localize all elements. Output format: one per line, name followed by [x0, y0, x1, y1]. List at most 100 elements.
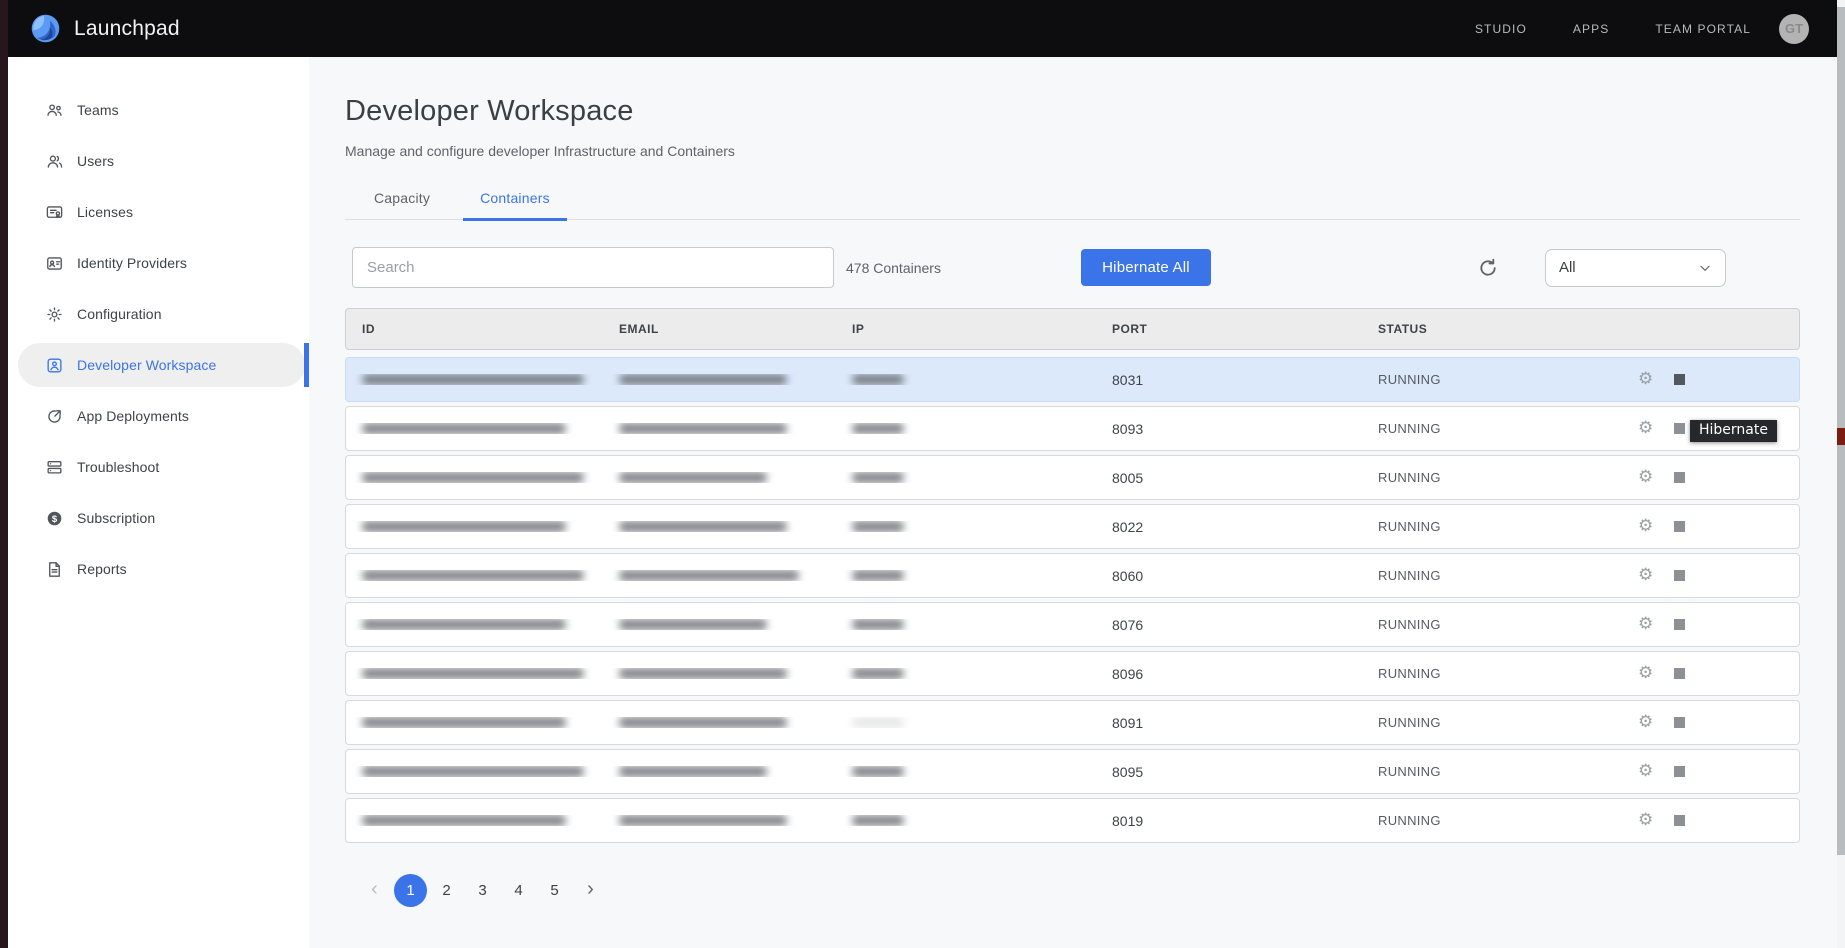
sidebar-item-developer-workspace[interactable]: Developer Workspace — [18, 343, 305, 387]
cell-port: 8019 — [1096, 813, 1362, 829]
refresh-icon[interactable] — [1477, 257, 1499, 279]
pagination-page-4[interactable]: 4 — [502, 874, 535, 907]
cell-ip-redacted — [836, 619, 1096, 630]
tab-containers[interactable]: Containers — [463, 190, 567, 219]
row-actions: ⚙ — [1632, 518, 1799, 535]
sidebar-item-app-deployments[interactable]: App Deployments — [8, 394, 309, 438]
row-actions: ⚙ — [1632, 469, 1799, 486]
sidebar-item-users[interactable]: Users — [8, 139, 309, 183]
sidebar-item-reports[interactable]: Reports — [8, 547, 309, 591]
sidebar-item-configuration[interactable]: Configuration — [8, 292, 309, 336]
stop-icon[interactable] — [1674, 668, 1685, 679]
pagination-prev[interactable]: ‹ — [358, 874, 391, 907]
filter-dropdown[interactable]: All — [1545, 249, 1726, 287]
cell-port: 8096 — [1096, 666, 1362, 682]
pagination-next[interactable]: › — [574, 874, 607, 907]
status-badge: RUNNING — [1362, 568, 1632, 583]
stop-icon[interactable] — [1674, 423, 1685, 434]
cell-email-redacted — [603, 570, 836, 581]
sidebar-item-licenses[interactable]: Licenses — [8, 190, 309, 234]
filter-dropdown-value: All — [1559, 259, 1576, 276]
table-body: 8031RUNNING⚙8093RUNNING⚙8005RUNNING⚙8022… — [345, 357, 1800, 843]
scrollbar-track[interactable] — [1837, 0, 1845, 948]
table-row[interactable]: 8076RUNNING⚙ — [345, 602, 1800, 647]
avatar[interactable]: GT — [1779, 14, 1809, 44]
cell-ip-redacted — [836, 570, 1096, 581]
table-row[interactable]: 8095RUNNING⚙ — [345, 749, 1800, 794]
search-input[interactable] — [352, 247, 834, 288]
table-row[interactable]: 8031RUNNING⚙ — [345, 357, 1800, 402]
cell-id-redacted — [346, 668, 603, 679]
sidebar-item-label: Users — [77, 153, 114, 169]
table-row[interactable]: 8005RUNNING⚙ — [345, 455, 1800, 500]
cell-email-redacted — [603, 619, 836, 630]
launchpad-logo-icon — [30, 13, 61, 44]
cell-ip-redacted — [836, 668, 1096, 679]
cell-email-redacted — [603, 717, 836, 728]
toolbar: 478 Containers Hibernate All All — [345, 247, 1800, 288]
gear-icon[interactable]: ⚙ — [1638, 420, 1653, 437]
table-row[interactable]: 8093RUNNING⚙ — [345, 406, 1800, 451]
sidebar-item-subscription[interactable]: $ Subscription — [8, 496, 309, 540]
stop-icon[interactable] — [1674, 570, 1685, 581]
table-row[interactable]: 8022RUNNING⚙ — [345, 504, 1800, 549]
gear-icon[interactable]: ⚙ — [1638, 812, 1653, 829]
stop-icon[interactable] — [1674, 619, 1685, 630]
topnav-studio[interactable]: STUDIO — [1475, 22, 1527, 36]
container-count: 478 Containers — [846, 260, 941, 276]
reports-icon — [45, 560, 64, 579]
column-header-status: STATUS — [1362, 322, 1632, 336]
row-actions: ⚙ — [1632, 763, 1799, 780]
hibernate-all-button[interactable]: Hibernate All — [1081, 249, 1211, 286]
pagination-page-5[interactable]: 5 — [538, 874, 571, 907]
tab-capacity[interactable]: Capacity — [357, 190, 447, 219]
cell-email-redacted — [603, 815, 836, 826]
table-row[interactable]: 8060RUNNING⚙ — [345, 553, 1800, 598]
pagination-page-3[interactable]: 3 — [466, 874, 499, 907]
identity-providers-icon — [45, 254, 64, 273]
gear-icon[interactable]: ⚙ — [1638, 371, 1653, 388]
pagination-page-1[interactable]: 1 — [394, 874, 427, 907]
cell-email-redacted — [603, 521, 836, 532]
cell-ip-redacted — [836, 472, 1096, 483]
gear-icon[interactable]: ⚙ — [1638, 518, 1653, 535]
sidebar-item-teams[interactable]: Teams — [8, 88, 309, 132]
window-edge-strip — [0, 0, 8, 948]
topnav-apps[interactable]: APPS — [1573, 22, 1609, 36]
sidebar-item-label: Configuration — [77, 306, 162, 322]
row-actions: ⚙ — [1632, 714, 1799, 731]
table-row[interactable]: 8096RUNNING ⚙ — [345, 651, 1800, 696]
cell-port: 8005 — [1096, 470, 1362, 486]
stop-icon[interactable] — [1674, 374, 1685, 385]
cell-ip-redacted — [836, 374, 1096, 385]
page-subtitle: Manage and configure developer Infrastru… — [345, 143, 1800, 159]
cell-ip-redacted — [836, 423, 1096, 434]
sidebar-item-troubleshoot[interactable]: Troubleshoot — [8, 445, 309, 489]
stop-icon[interactable] — [1674, 815, 1685, 826]
gear-icon[interactable]: ⚙ — [1638, 469, 1653, 486]
gear-icon[interactable]: ⚙ — [1638, 665, 1653, 682]
pagination-page-2[interactable]: 2 — [430, 874, 463, 907]
row-actions: ⚙ — [1632, 567, 1799, 584]
status-badge: RUNNING — [1362, 813, 1632, 828]
table-row[interactable]: 8019RUNNING ⚙ — [345, 798, 1800, 843]
gear-icon[interactable]: ⚙ — [1638, 616, 1653, 633]
stop-icon[interactable] — [1674, 521, 1685, 532]
sidebar-item-label: Licenses — [77, 204, 133, 220]
row-actions: ⚙ — [1632, 665, 1799, 682]
gear-icon[interactable]: ⚙ — [1638, 567, 1653, 584]
stop-icon[interactable] — [1674, 717, 1685, 728]
svg-text:$: $ — [52, 513, 58, 524]
stop-icon[interactable] — [1674, 766, 1685, 777]
status-badge: RUNNING — [1362, 666, 1632, 681]
page-title: Developer Workspace — [345, 95, 1800, 128]
cell-ip-redacted — [836, 717, 1096, 728]
table-row[interactable]: 8091RUNNING⚙ — [345, 700, 1800, 745]
sidebar-item-label: Subscription — [77, 510, 155, 526]
topnav-team-portal[interactable]: TEAM PORTAL — [1655, 22, 1751, 36]
sidebar-item-identity-providers[interactable]: Identity Providers — [8, 241, 309, 285]
gear-icon[interactable]: ⚙ — [1638, 763, 1653, 780]
brand-title: Launchpad — [74, 17, 180, 41]
gear-icon[interactable]: ⚙ — [1638, 714, 1653, 731]
stop-icon[interactable] — [1674, 472, 1685, 483]
